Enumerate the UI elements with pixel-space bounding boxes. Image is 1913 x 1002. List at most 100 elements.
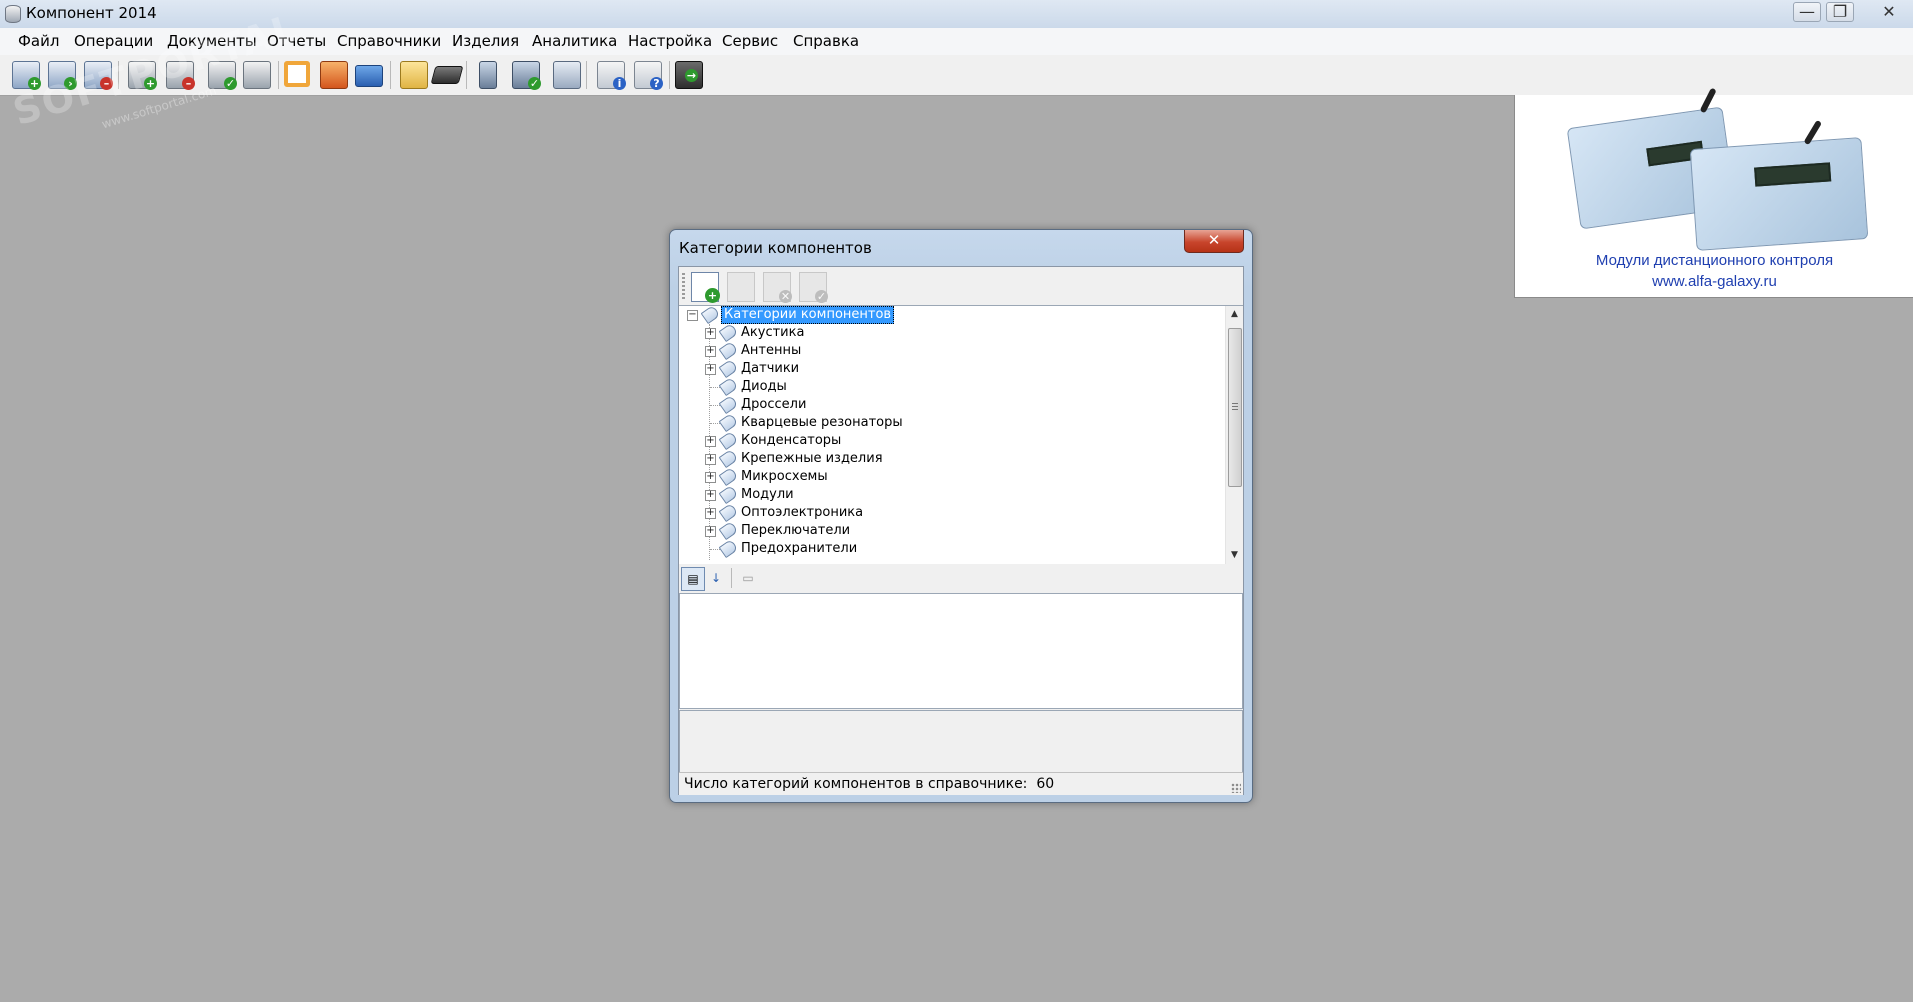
help-icon[interactable]: ? [634,61,663,90]
menu-help[interactable]: Справка [793,32,859,50]
tree-item-label[interactable]: Диоды [739,378,789,396]
tree-item[interactable]: + Датчики [679,358,1219,379]
tree-item-label[interactable]: Дроссели [739,396,808,414]
stack-remove-icon[interactable]: – [166,61,195,90]
tree-scrollbar[interactable]: ▲ ▼ [1225,306,1243,564]
delete-icon[interactable]: ✕ [763,272,792,303]
tree-item-label[interactable]: Крепежные изделия [739,450,885,468]
tree-item-label[interactable]: Переключатели [739,522,852,540]
maximize-button[interactable]: ❐ [1826,2,1854,22]
menu-reports[interactable]: Отчеты [267,32,326,50]
tree-item-label[interactable]: Акустика [739,324,806,342]
expand-icon[interactable]: + [705,328,716,339]
add-document-icon[interactable]: + [691,272,720,303]
calendar-arrow-icon[interactable]: › [48,61,77,90]
menu-analytics[interactable]: Аналитика [532,32,617,50]
category-tree[interactable]: − Категории компонентов + Акустика + Ант… [679,305,1243,565]
tree-item[interactable]: + Конденсаторы [679,430,1219,451]
menu-documents[interactable]: Документы [167,32,257,50]
expand-icon[interactable]: + [705,526,716,537]
tree-item-label[interactable]: Конденсаторы [739,432,843,450]
info-icon[interactable]: i [597,61,626,90]
tree-branch-line [710,387,720,388]
device-icon[interactable] [479,61,497,89]
tree-item-label[interactable]: Модули [739,486,796,504]
tree-item[interactable]: + Модули [679,484,1219,505]
tag-icon [718,502,739,523]
tree-item[interactable]: + Переключатели [679,520,1219,541]
scroll-down-icon[interactable]: ▼ [1226,547,1243,564]
resize-grip[interactable] [1231,783,1241,793]
toolbar-separator [118,61,119,89]
scroll-thumb[interactable] [1228,328,1242,487]
tree-root[interactable]: − Категории компонентов [679,306,1219,325]
cabinet-icon[interactable] [553,61,581,89]
expand-icon[interactable]: + [705,436,716,447]
tree-item[interactable]: + Антенны [679,340,1219,361]
calendar-remove-icon[interactable]: – [84,61,113,90]
device-check-icon[interactable]: ✓ [512,61,541,90]
exit-icon[interactable]: → [675,61,703,89]
expand-icon[interactable]: + [705,364,716,375]
minimize-button[interactable]: — [1793,2,1821,22]
property-pages-icon[interactable]: ▭ [737,567,759,589]
expand-icon[interactable]: + [705,454,716,465]
chip-icon[interactable] [430,66,464,84]
tree-item-label[interactable]: Датчики [739,360,801,378]
tree-item-label[interactable]: Оптоэлектроника [739,504,865,522]
calendar-add-icon[interactable]: + [12,61,41,90]
tree-item[interactable]: + Микросхемы [679,466,1219,487]
menu-products[interactable]: Изделия [452,32,519,50]
tree-branch-line [710,549,720,550]
ad-link[interactable]: www.alfa-galaxy.ru [1515,273,1913,290]
toolbar-grip[interactable] [682,273,685,299]
scroll-up-icon[interactable]: ▲ [1226,306,1243,323]
stack-add-icon[interactable]: + [128,61,157,90]
frame-icon[interactable] [284,61,310,87]
tree-root-label[interactable]: Категории компонентов [721,306,895,324]
tag-icon [718,538,739,559]
menu-file[interactable]: Файл [18,32,59,50]
tree-item[interactable]: Дроссели [679,394,1219,415]
tree-item-label[interactable]: Кварцевые резонаторы [739,414,905,432]
menu-settings[interactable]: Настройка [628,32,712,50]
tree-branch-line [710,423,720,424]
expand-icon[interactable]: + [705,508,716,519]
tree-item[interactable]: + Крепежные изделия [679,448,1219,469]
back-icon[interactable] [727,272,755,302]
property-grid[interactable] [679,593,1243,709]
close-button[interactable]: ✕ [1874,1,1904,23]
dialog-toolbar: + ✕ ✓ [679,267,1243,305]
sort-alpha-icon[interactable]: ↓ [705,567,727,589]
toolbar-separator [586,61,587,89]
property-toolbar: ▤ ↓ ▭ [679,564,1243,593]
expand-icon[interactable]: + [705,346,716,357]
tag-icon [718,358,739,379]
categorized-view-icon[interactable]: ▤ [681,567,705,591]
tree-item-label[interactable]: Предохранители [739,540,859,558]
collapse-icon[interactable]: − [687,310,698,321]
tag-icon [718,466,739,487]
menu-service[interactable]: Сервис [722,32,778,50]
expand-icon[interactable]: + [705,490,716,501]
folder-tree-icon[interactable] [400,61,428,89]
tree-item-label[interactable]: Антенны [739,342,803,360]
menu-operations[interactable]: Операции [74,32,153,50]
tree-item[interactable]: Кварцевые резонаторы [679,412,1219,433]
tree-item[interactable]: Предохранители [679,538,1219,559]
ad-banner[interactable]: Модули дистанционного контроля www.alfa-… [1514,87,1913,298]
tree-item[interactable]: + Акустика [679,322,1219,343]
tree-item[interactable]: + Оптоэлектроника [679,502,1219,523]
stack-edit-icon[interactable] [243,61,271,89]
expand-icon[interactable]: + [705,472,716,483]
accept-icon[interactable]: ✓ [799,272,828,303]
truck-icon[interactable] [355,65,383,87]
toolbar-separator [278,61,279,89]
tag-icon [718,412,739,433]
tree-item-label[interactable]: Микросхемы [739,468,830,486]
app-icon [5,5,21,23]
tree-item[interactable]: Диоды [679,376,1219,397]
dialog-close-button[interactable]: ✕ [1184,230,1244,253]
menu-references[interactable]: Справочники [337,32,441,50]
factory-icon[interactable] [320,61,348,89]
